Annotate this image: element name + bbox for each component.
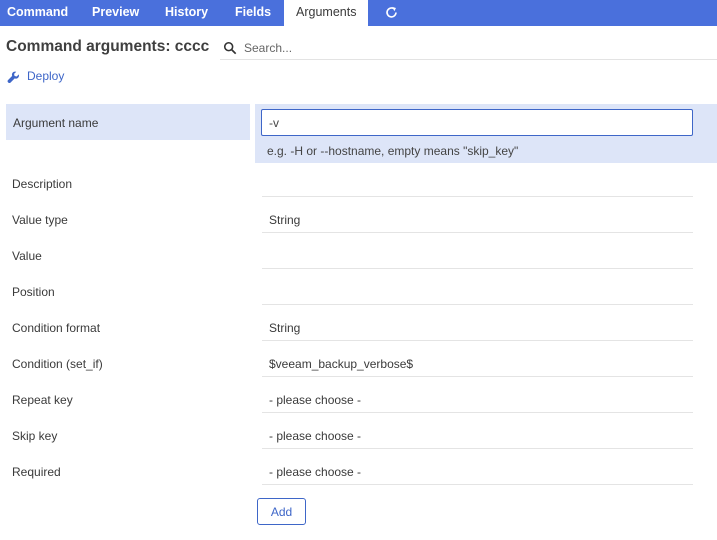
form-row-condition-set-if: Condition (set_if) $veeam_backup_verbose… — [6, 356, 693, 377]
repeat-key-value: - please choose - — [269, 393, 362, 407]
condition-format-label: Condition format — [12, 321, 101, 335]
tab-bar: Command Preview History Fields Arguments — [0, 0, 717, 26]
form-row-required: Required - please choose - — [6, 464, 693, 485]
value-label: Value — [12, 249, 42, 263]
argument-name-row-label: Argument name — [6, 104, 250, 140]
repeat-key-select[interactable]: - please choose - — [262, 392, 693, 413]
wrench-icon — [7, 71, 19, 84]
repeat-key-label: Repeat key — [12, 393, 73, 407]
required-select[interactable]: - please choose - — [262, 464, 693, 485]
condition-set-if-field[interactable]: $veeam_backup_verbose$ — [262, 356, 693, 377]
argument-name-hint: e.g. -H or --hostname, empty means "skip… — [267, 144, 519, 158]
tab-preview[interactable]: Preview — [77, 0, 151, 26]
value-type-value: String — [269, 213, 301, 227]
refresh-icon — [386, 6, 397, 18]
form-row-value-type: Value type String — [6, 212, 693, 233]
argument-name-input[interactable] — [261, 109, 693, 136]
tab-fields[interactable]: Fields — [221, 0, 284, 26]
position-label: Position — [12, 285, 55, 299]
condition-set-if-value: $veeam_backup_verbose$ — [269, 357, 414, 371]
skip-key-value: - please choose - — [269, 429, 362, 443]
required-value: - please choose - — [269, 465, 362, 479]
form-row-value: Value — [6, 248, 693, 269]
condition-set-if-label: Condition (set_if) — [12, 357, 103, 371]
form-row-description: Description — [6, 176, 693, 197]
search-bar — [220, 38, 717, 60]
search-input[interactable] — [244, 39, 544, 57]
form-row-position: Position — [6, 284, 693, 305]
deploy-label: Deploy — [27, 69, 65, 83]
tab-arguments[interactable]: Arguments — [284, 0, 368, 26]
description-field[interactable] — [262, 176, 693, 197]
add-button[interactable]: Add — [257, 498, 306, 525]
condition-format-value: String — [269, 321, 301, 335]
form-row-condition-format: Condition format String — [6, 320, 693, 341]
page-title: Command arguments: cccc — [6, 38, 210, 55]
tab-command[interactable]: Command — [0, 0, 77, 26]
required-label: Required — [12, 465, 61, 479]
description-label: Description — [12, 177, 73, 191]
value-field[interactable] — [262, 248, 693, 269]
refresh-button[interactable] — [376, 0, 408, 26]
form-row-repeat-key: Repeat key - please choose - — [6, 392, 693, 413]
skip-key-label: Skip key — [12, 429, 58, 443]
position-field[interactable] — [262, 284, 693, 305]
condition-format-select[interactable]: String — [262, 320, 693, 341]
skip-key-select[interactable]: - please choose - — [262, 428, 693, 449]
argument-name-label: Argument name — [13, 116, 99, 130]
value-type-select[interactable]: String — [262, 212, 693, 233]
tab-history[interactable]: History — [151, 0, 221, 26]
argument-name-row-value: e.g. -H or --hostname, empty means "skip… — [255, 104, 717, 163]
form-row-skip-key: Skip key - please choose - — [6, 428, 693, 449]
value-type-label: Value type — [12, 213, 68, 227]
search-icon — [223, 41, 237, 55]
